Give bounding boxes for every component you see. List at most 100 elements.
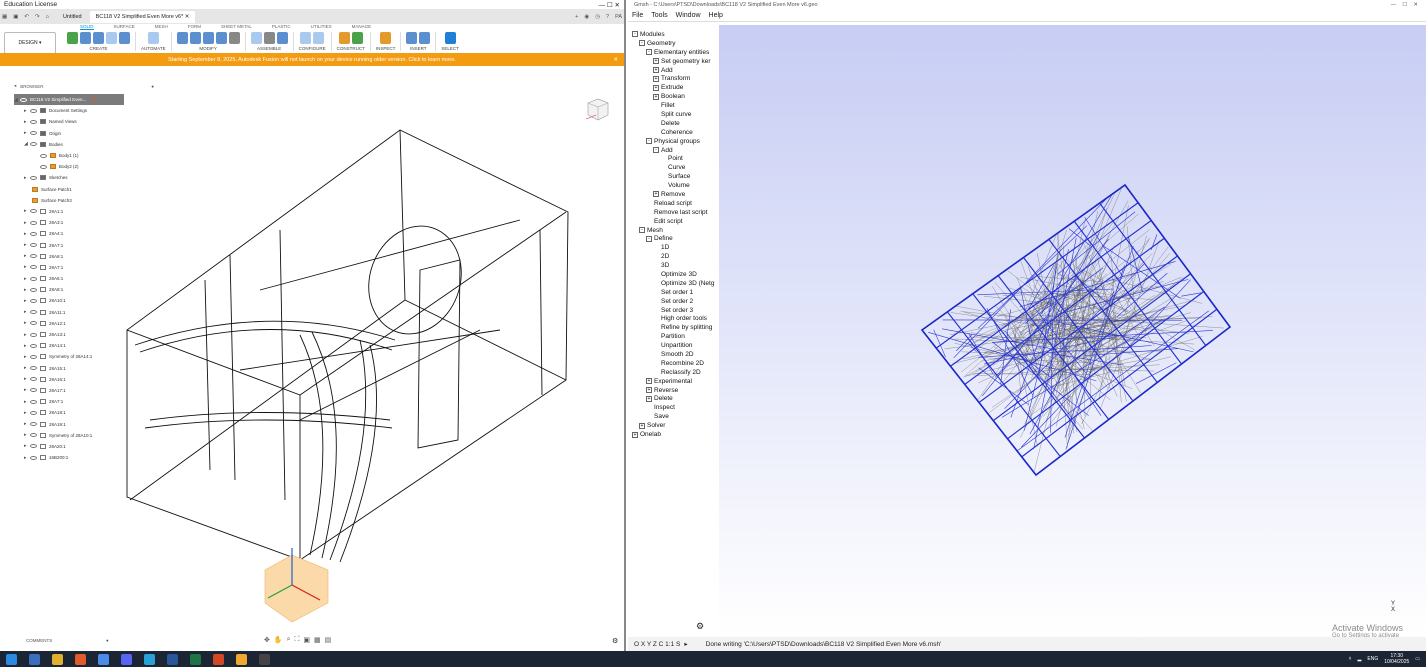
view-buttons[interactable]: O X Y Z C 1:1 S	[634, 641, 680, 648]
tree-item[interactable]: ▸ 28A10:1	[14, 295, 154, 306]
tab-manage[interactable]: MANAGE	[352, 24, 372, 30]
expand-icon[interactable]: +	[646, 378, 652, 385]
tree-item[interactable]: ▸ 28A7:1	[14, 239, 154, 250]
tab-solid[interactable]: SOLID	[80, 24, 94, 30]
view-cube[interactable]	[582, 95, 610, 123]
fusion-taskbar-icon[interactable]	[213, 653, 224, 665]
gmsh-tree-item[interactable]: Set order 1	[628, 288, 718, 297]
create-sketch-icon[interactable]	[67, 32, 78, 44]
discord-icon[interactable]	[121, 653, 132, 665]
expand-icon[interactable]: +	[653, 58, 659, 65]
visibility-icon[interactable]	[30, 276, 37, 281]
menu-tools[interactable]: Tools	[651, 12, 667, 19]
visibility-icon[interactable]	[30, 310, 37, 315]
excel-icon[interactable]	[190, 653, 201, 665]
configure-icon[interactable]	[300, 32, 312, 44]
gmsh-tree-item[interactable]: Edit script	[628, 217, 718, 226]
tree-item[interactable]: ▸ Origin	[14, 128, 154, 139]
collapse-icon[interactable]: ◂	[14, 83, 16, 89]
tree-item[interactable]: ▸ 28A15:1	[14, 363, 154, 374]
gmsh-tree-item[interactable]: + Set geometry ker	[628, 57, 718, 66]
gmsh-tree-item[interactable]: Point	[628, 154, 718, 163]
terminal-icon[interactable]	[259, 653, 270, 665]
grid-icon[interactable]: ▦	[2, 14, 7, 20]
gmsh-tree-item[interactable]: + Delete	[628, 395, 718, 404]
group-inspect[interactable]: INSPECT	[371, 32, 402, 51]
gmsh-window-controls[interactable]: — ☐ ✕	[1391, 2, 1418, 8]
chamfer-icon[interactable]	[202, 32, 214, 44]
expand-icon[interactable]: +	[653, 191, 659, 198]
collapse-icon[interactable]: -	[653, 147, 659, 154]
group-modify[interactable]: MODIFY	[172, 32, 246, 51]
tree-item[interactable]: Body2 (2)	[14, 161, 154, 172]
visibility-icon[interactable]	[20, 97, 27, 102]
expand-icon[interactable]: +	[646, 395, 652, 402]
visibility-icon[interactable]	[30, 321, 37, 326]
browser-pin-icon[interactable]: ●	[151, 84, 154, 89]
gmsh-tree-item[interactable]: + Boolean	[628, 92, 718, 101]
notification-icon[interactable]: ▭	[1415, 656, 1420, 662]
collapse-icon[interactable]: -	[646, 138, 652, 145]
offset-plane-icon[interactable]	[338, 32, 350, 44]
visibility-icon[interactable]	[30, 354, 37, 359]
play-icon[interactable]: ▸	[684, 640, 687, 648]
gmsh-tree-item[interactable]: Recombine 2D	[628, 359, 718, 368]
tree-item[interactable]: ▸ 28A18:1	[14, 407, 154, 418]
collapse-icon[interactable]: -	[632, 31, 638, 38]
window-controls[interactable]: — ☐ ✕	[599, 1, 620, 9]
notice-banner[interactable]: Starting September 8, 2025, Autodesk Fus…	[0, 53, 624, 66]
gmsh-tree-item[interactable]: 3D	[628, 261, 718, 270]
gmsh-taskbar-icon[interactable]	[236, 653, 247, 665]
visibility-icon[interactable]	[40, 153, 47, 158]
tree-item[interactable]: ▸ 28A12:1	[14, 318, 154, 329]
gmsh-tree-item[interactable]: + Extrude	[628, 83, 718, 92]
menu-file[interactable]: File	[632, 12, 643, 19]
clock[interactable]: 17:30 10/04/2025	[1384, 653, 1409, 665]
expand-icon[interactable]: +	[653, 93, 659, 100]
gmsh-tree-item[interactable]: Unpartition	[628, 341, 718, 350]
tree-item[interactable]: Body1 (1)	[14, 150, 154, 161]
visibility-icon[interactable]	[30, 444, 37, 449]
file-explorer-icon[interactable]	[52, 653, 63, 665]
tree-item[interactable]: ▸ 28A8:1	[14, 251, 154, 262]
banner-text[interactable]: Starting September 8, 2025, Autodesk Fus…	[168, 57, 456, 63]
zoom-icon[interactable]: ⌕	[287, 636, 291, 644]
gmsh-tree-item[interactable]: Reload script	[628, 199, 718, 208]
plane-at-angle-icon[interactable]	[351, 32, 363, 44]
gmsh-tree-item[interactable]: Partition	[628, 332, 718, 341]
settings-icon[interactable]: ⚙	[612, 637, 618, 645]
automate-icon[interactable]	[147, 32, 159, 44]
gmsh-tree-item[interactable]: Remove last script	[628, 208, 718, 217]
gmsh-tree-item[interactable]: Fillet	[628, 101, 718, 110]
word-icon[interactable]	[167, 653, 178, 665]
redo-icon[interactable]: ↷	[35, 14, 40, 20]
gmsh-tree-item[interactable]: - Physical groups	[628, 137, 718, 146]
press-pull-icon[interactable]	[176, 32, 188, 44]
avatar[interactable]: PA	[615, 14, 622, 20]
tab-surface[interactable]: SURFACE	[114, 24, 135, 30]
firefox-icon[interactable]	[75, 653, 86, 665]
visibility-icon[interactable]	[30, 410, 37, 415]
insert-image-icon[interactable]	[419, 32, 431, 44]
tree-item[interactable]: ▸ Symmetry of 28A10:1	[14, 430, 154, 441]
visibility-icon[interactable]	[30, 433, 37, 438]
insert-derive-icon[interactable]	[406, 32, 418, 44]
visibility-icon[interactable]	[30, 231, 37, 236]
pan-icon[interactable]: ✋	[274, 636, 283, 644]
gmsh-tree-item[interactable]: Volume	[628, 181, 718, 190]
orbit-icon[interactable]: ✥	[264, 636, 270, 644]
tree-item[interactable]: ▸ 28A3:1	[14, 217, 154, 228]
gmsh-tree-item[interactable]: - Mesh	[628, 226, 718, 235]
tab-form[interactable]: FORM	[188, 24, 201, 30]
expand-icon[interactable]: ▸	[24, 208, 30, 214]
fillet-icon[interactable]	[189, 32, 201, 44]
gmsh-tree-item[interactable]: Set order 2	[628, 297, 718, 306]
chrome-icon[interactable]	[98, 653, 109, 665]
tree-item[interactable]: ▸ 28A11:1	[14, 307, 154, 318]
expand-icon[interactable]: +	[653, 84, 659, 91]
collapse-icon[interactable]: -	[646, 235, 652, 242]
home-icon[interactable]: ⌂	[46, 14, 49, 20]
visibility-icon[interactable]	[30, 175, 37, 180]
tab-utilities[interactable]: UTILITIES	[311, 24, 332, 30]
visibility-icon[interactable]	[30, 108, 37, 113]
